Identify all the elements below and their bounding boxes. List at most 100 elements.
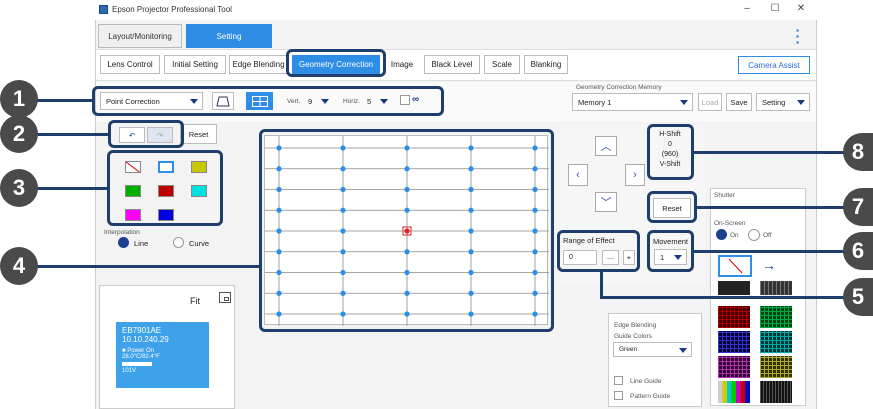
- callout-badge-6: 6: [843, 232, 873, 270]
- setting-value: Setting: [762, 97, 786, 107]
- projector-bar: [122, 362, 152, 366]
- save-button[interactable]: Save: [726, 93, 752, 111]
- leader-line-6: [694, 250, 848, 253]
- no-pattern-icon: [728, 258, 743, 274]
- pattern-grid-green[interactable]: [760, 306, 792, 328]
- callout-frame-1: [92, 86, 444, 116]
- leader-line-1: [32, 99, 92, 102]
- leader-line-2: [32, 133, 108, 136]
- callout-badge-4: 4: [0, 247, 38, 285]
- fit-label[interactable]: Fit: [190, 296, 200, 306]
- pattern-grid-cyan[interactable]: [760, 331, 792, 353]
- chevron-down-icon: [680, 100, 688, 105]
- leader-line-5b: [600, 296, 848, 299]
- interpolation-curve-label: Curve: [189, 239, 210, 248]
- line-guide-checkbox[interactable]: [614, 376, 623, 385]
- move-up-button[interactable]: ︿: [595, 136, 617, 156]
- chevron-down-icon: [679, 347, 687, 353]
- fit-window-icon[interactable]: [219, 292, 231, 303]
- callout-badge-8: 8: [843, 133, 873, 171]
- tab-layout-monitoring[interactable]: Layout/Monitoring: [98, 24, 182, 48]
- callout-frame-7: [647, 191, 697, 223]
- projector-volt: 101V: [122, 368, 137, 374]
- chevron-up-icon: ︿: [600, 141, 612, 153]
- leader-line-5a: [600, 271, 603, 298]
- shutter-label: Shutter: [714, 192, 735, 199]
- maximize-button[interactable]: ☐: [768, 3, 782, 14]
- reset-button[interactable]: Reset: [180, 124, 217, 144]
- more-menu-icon[interactable]: · · ·: [794, 23, 802, 49]
- leader-line-3: [32, 187, 107, 190]
- callout-frame-4: [259, 129, 554, 332]
- arrow-right-icon: →: [762, 257, 776, 273]
- tab-setting[interactable]: Setting: [186, 24, 272, 48]
- camera-assist-button[interactable]: Camera Assist: [738, 56, 810, 74]
- projector-temp: 28.0°C/82.4°F: [122, 354, 160, 360]
- pattern-lines-dark[interactable]: [760, 381, 792, 403]
- interpolation-label: Interpolation: [104, 229, 140, 236]
- onscreen-on-radio[interactable]: [716, 229, 727, 240]
- interpolation-line-radio[interactable]: [118, 237, 129, 248]
- onscreen-label: On-Screen: [714, 220, 746, 227]
- pattern-lines-white[interactable]: [760, 281, 792, 295]
- move-right-button[interactable]: ›: [625, 164, 645, 186]
- interpolation-line-label: Line: [134, 239, 149, 248]
- chevron-down-icon: ﹀: [600, 197, 612, 209]
- tab-edge-blending[interactable]: Edge Blending: [229, 55, 288, 74]
- pattern-grid-white[interactable]: [718, 281, 750, 295]
- onscreen-off-radio[interactable]: [748, 229, 760, 241]
- leader-line-8: [694, 151, 848, 154]
- pattern-none[interactable]: [718, 255, 752, 277]
- callout-badge-2: 2: [0, 115, 38, 153]
- window-title: Epson Projector Professional Tool: [112, 5, 232, 14]
- pattern-grid-red[interactable]: [718, 306, 750, 328]
- tab-initial-setting[interactable]: Initial Setting: [164, 55, 226, 74]
- tab-image[interactable]: Image: [384, 55, 420, 74]
- pattern-guide-checkbox[interactable]: [614, 391, 623, 400]
- pattern-grid-yellow[interactable]: [760, 356, 792, 378]
- guide-color-select[interactable]: Green: [613, 342, 692, 357]
- projector-ip: 10.10.240.29: [122, 335, 169, 344]
- projector-card[interactable]: EB7901AE 10.10.240.29 ■ Power On 28.0°C/…: [116, 322, 209, 388]
- tab-lens-control[interactable]: Lens Control: [100, 55, 160, 74]
- memory-select[interactable]: Memory 1: [572, 93, 693, 111]
- onscreen-off-label: Off: [763, 232, 772, 239]
- tab-black-level[interactable]: Black Level: [424, 55, 480, 74]
- memory-value: Memory 1: [578, 97, 612, 107]
- interpolation-curve-radio[interactable]: [173, 237, 184, 248]
- chevron-left-icon: ‹: [576, 169, 580, 181]
- chevron-right-icon: ›: [633, 169, 637, 181]
- minimize-button[interactable]: –: [740, 3, 754, 14]
- move-left-button[interactable]: ‹: [568, 164, 588, 186]
- callout-frame-3: [107, 150, 223, 226]
- tab-blanking[interactable]: Blanking: [524, 55, 568, 74]
- tab-scale[interactable]: Scale: [484, 55, 520, 74]
- pattern-guide-label: Pattern Guide: [630, 393, 671, 400]
- pattern-color-bars[interactable]: [718, 381, 750, 403]
- line-guide-label: Line Guide: [630, 378, 662, 385]
- callout-frame-8: [647, 124, 694, 180]
- edge-blending-title: Edge Blending: [614, 322, 657, 329]
- app-icon: [99, 5, 108, 14]
- callout-badge-3: 3: [0, 169, 38, 207]
- chevron-down-icon: [797, 100, 805, 105]
- projector-name: EB7901AE: [122, 326, 162, 335]
- memory-label: Geometry Correction Memory: [576, 84, 662, 91]
- callout-badge-1: 1: [0, 80, 38, 118]
- leader-line-4: [32, 265, 259, 268]
- pattern-grid-magenta[interactable]: [718, 356, 750, 378]
- callout-frame-5: [557, 230, 640, 272]
- callout-badge-5: 5: [843, 278, 873, 316]
- move-down-button[interactable]: ﹀: [595, 192, 617, 212]
- guide-color-value: Green: [619, 346, 638, 353]
- callout-badge-7: 7: [843, 188, 873, 226]
- pattern-grid-blue[interactable]: [718, 331, 750, 353]
- leader-line-7: [697, 206, 848, 209]
- close-button[interactable]: ✕: [794, 3, 808, 14]
- callout-frame-6: [647, 230, 694, 272]
- callout-frame-2: [108, 120, 184, 148]
- onscreen-on-label: On: [730, 232, 739, 239]
- callout-frame-geometry-tab: [286, 49, 386, 77]
- setting-select[interactable]: Setting: [756, 93, 810, 111]
- load-button[interactable]: Load: [698, 93, 722, 111]
